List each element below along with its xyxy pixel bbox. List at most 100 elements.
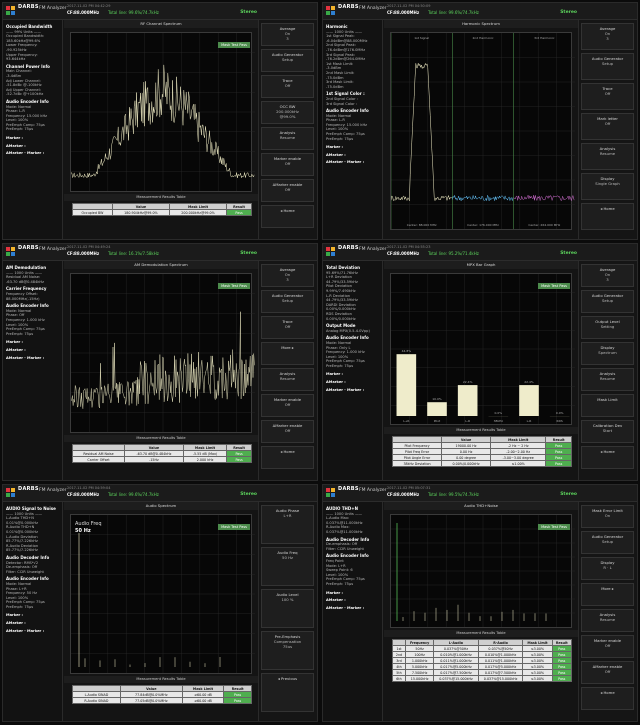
softkey-more[interactable]: More ▸ — [261, 342, 314, 365]
analyzer-panel-2: DARBS FM Analyzer 2017-11-02 PM 04:50:09 CF… — [322, 2, 638, 240]
softkey-value: Resume — [599, 151, 616, 156]
softkey-audio-generator[interactable]: Audio Generator Setup — [581, 53, 634, 80]
marker-readout: Marker : — [326, 372, 343, 377]
softkey-audio-generator[interactable]: Audio Generator Setup — [581, 290, 634, 313]
softkey-calibration-dev[interactable]: Calibration Dev Start — [581, 420, 634, 443]
softkey-value: @99.0% — [279, 114, 296, 119]
harmonic-trace — [390, 62, 452, 202]
softkey-column: Mask Error Limit On Audio Generator Setup Di… — [578, 502, 637, 721]
top-bar: DARBS FM Analyzer 2017-11-02 PM 04:49:24 CF… — [3, 244, 317, 261]
softkey-marker-enable[interactable]: ΔMarker enable Off — [261, 179, 314, 202]
center-frequency: CF:88.000MHz — [67, 10, 100, 15]
softkey-trace[interactable]: Trace Off — [261, 316, 314, 339]
results-table-title: Measurement Results Table — [64, 676, 258, 683]
softkey-home[interactable]: ◂ Home — [581, 446, 634, 469]
mpx-bar-value-label: 22.4% — [463, 380, 473, 384]
results-row: R-Audio SINAD 77.05dB@0.0%MHz ≥60.00 dB Pas… — [72, 697, 252, 704]
softkey-audio-phase[interactable]: Audio Phase L+R — [261, 505, 314, 544]
logo-square — [331, 493, 335, 497]
top-bar: DARBS FM Analyzer 2017-11-02 PM 04:50:09 CF… — [323, 3, 637, 20]
softkey-average[interactable]: Average On 3 — [581, 23, 634, 50]
softkey-display[interactable]: Display R · L — [581, 557, 634, 580]
softkey-value: Off — [284, 83, 291, 88]
softkey-home[interactable]: ◂ Home — [581, 203, 634, 230]
brand-logo — [326, 488, 335, 497]
stereo-mode: Stereo — [560, 251, 577, 256]
softkey-value: Single Graph — [595, 181, 620, 186]
results-cell: 200.000kHz@99.0% — [168, 209, 228, 216]
softkey-occ-bw[interactable]: OCC BW 200.000kHz @99.0% — [261, 101, 314, 124]
marker-readout: ΔMarker - Marker : — [326, 387, 365, 392]
softkey-audio-generator[interactable]: Audio Generator Setup — [261, 290, 314, 313]
softkey-pre-emphasis[interactable]: Pre-Emphasis Compensation 75us — [261, 631, 314, 670]
logo-square — [6, 6, 10, 10]
softkey-analysis[interactable]: Analysis Resume — [261, 368, 314, 391]
brand-logo — [6, 488, 15, 497]
softkey-value: Setup — [281, 57, 294, 62]
spectrum-plot — [390, 514, 575, 628]
softkey-display[interactable]: Display Spectrum — [581, 342, 634, 365]
softkey-audio-generator[interactable]: Audio Generator Setup — [581, 531, 634, 554]
softkey-trace[interactable]: Trace Off — [581, 83, 634, 110]
marker-readout: ΔMarker : — [326, 152, 346, 157]
analyzer-panel-4: DARBS FM Analyzer 2017-11-02 PM 04:55:23 CF… — [322, 243, 638, 481]
app-name: FM Analyzer — [359, 247, 387, 252]
logo-square — [326, 11, 330, 15]
softkey-marker-enable[interactable]: ΔMarker enable Off — [581, 661, 634, 684]
softkey-label: More ▸ — [281, 345, 294, 350]
top-bar: DARBS FM Analyzer 2017-11-02 PM 05:07:31 CF… — [323, 485, 637, 502]
softkey-audio-freq[interactable]: Audio Freq 50 Hz — [261, 547, 314, 586]
logo-square — [331, 247, 335, 251]
harmonic-trace — [452, 194, 514, 202]
segment-center-label: Center: 176.000 MHz — [467, 223, 499, 227]
softkey-marker-enable[interactable]: Marker enable Off — [581, 635, 634, 658]
center-frequency: CF:88.000MHz — [387, 492, 420, 497]
total-line: Total line: 99.5%/74.7kHz — [428, 492, 479, 497]
softkey-audio-generator[interactable]: Audio Generator Setup — [261, 49, 314, 72]
softkey-audio-level[interactable]: Audio Level 100 % — [261, 589, 314, 628]
softkey-average[interactable]: Average On 3 — [581, 264, 634, 287]
logo-square — [6, 11, 10, 15]
results-cell: 0.037%@15.000kHz — [477, 675, 524, 682]
display-area: Audio Spectrum Audio Freq 50 Hz Mask Test P… — [64, 502, 258, 721]
total-line: Total line: 99.6%/74.7kHz — [108, 10, 159, 15]
results-cell: ≥60.00 dB — [181, 697, 225, 704]
softkey-marker-enable[interactable]: Marker enable Off — [261, 153, 314, 176]
marker-readout: ΔMarker : — [326, 380, 346, 385]
softkey-more[interactable]: More ▸ — [581, 583, 634, 606]
mpx-category-label: Pilot — [434, 419, 441, 423]
softkey-analysis[interactable]: Analysis Resume — [581, 368, 634, 391]
softkey-mask-error-limit[interactable]: Mask Error Limit On — [581, 505, 634, 528]
softkey-value: Setting — [600, 324, 615, 329]
softkey-average[interactable]: Average On 3 — [261, 264, 314, 287]
results-table: Value Mask Limit Result Residual AM Noise -6… — [71, 444, 252, 463]
results-row: Carrier Offset -15Hz 2.000 kHz Pass — [71, 456, 252, 463]
logo-square — [326, 252, 330, 256]
softkey-home[interactable]: ◂ Home — [261, 205, 314, 228]
results-table-title: Measurement Results Table — [64, 194, 258, 201]
softkey-output-level[interactable]: Output Level Setting — [581, 316, 634, 339]
softkey-trace[interactable]: Trace Off — [261, 75, 314, 98]
softkey-value: Off — [604, 669, 611, 674]
softkey-value: Off — [284, 324, 291, 329]
softkey-analysis[interactable]: Analysis Resume — [261, 127, 314, 150]
softkey-mask-limit[interactable]: Mask Limit — [581, 394, 634, 417]
softkey-average[interactable]: Average On 3 — [261, 23, 314, 46]
softkey-analysis[interactable]: Analysis Resume — [581, 609, 634, 632]
softkey-label: ◂ Home — [600, 690, 615, 695]
results-table: Value Mask Limit Result L-Audio SINAD 77.84d… — [72, 685, 252, 704]
softkey-analysis[interactable]: Analysis Resume — [581, 143, 634, 170]
softkey-home[interactable]: ◂ Home — [261, 446, 314, 469]
brand-logo — [6, 247, 15, 256]
softkey-mark-letter[interactable]: Mark letter Off — [581, 113, 634, 140]
softkey-marker-enable[interactable]: ΔMarker enable Off — [261, 420, 314, 443]
mpx-bar-value-label: 44.8% — [402, 349, 412, 353]
softkey-marker-enable[interactable]: Marker enable Off — [261, 394, 314, 417]
display-area: MPX Bar Graph 44.8% L+R 10.0% Pilot 22.4% L-R 0… — [384, 261, 578, 480]
softkey-previous[interactable]: ◂ Previous — [261, 673, 314, 712]
audio-freq-value: 50 Hz — [75, 528, 91, 534]
softkey-home[interactable]: ◂ Home — [581, 687, 634, 710]
softkey-display[interactable]: Display Single Graph — [581, 173, 634, 200]
results-cell: R-Audio SINAD — [72, 697, 121, 704]
info-values: —— 1000 Units —— L-Audio THD+N 0.01%@0.0… — [6, 511, 43, 553]
